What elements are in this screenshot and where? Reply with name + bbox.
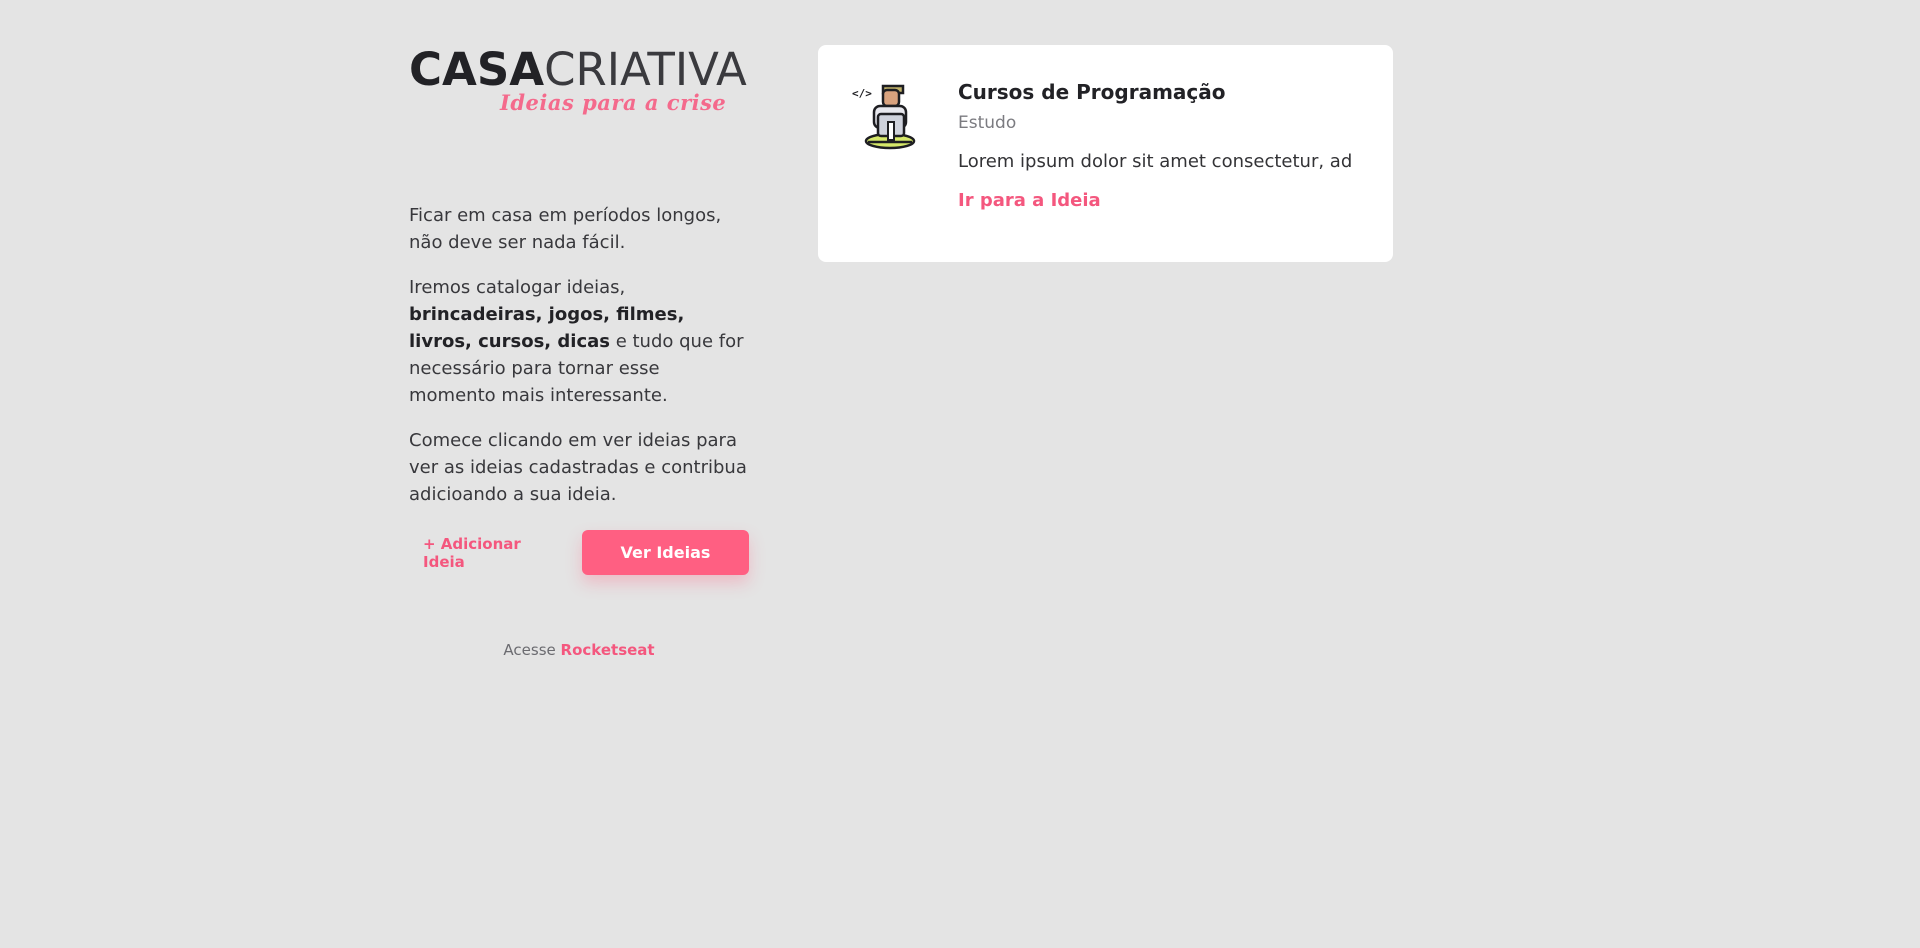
idea-description: Lorem ipsum dolor sit amet consectetur, …	[958, 151, 1353, 172]
footer: Acesse Rocketseat	[409, 641, 749, 659]
intro-paragraph-2: Iremos catalogar ideias, brincadeiras, j…	[409, 274, 749, 409]
idea-category: Estudo	[958, 113, 1017, 133]
go-to-idea-link[interactable]: Ir para a Ideia	[958, 190, 1101, 211]
intro-paragraph-1: Ficar em casa em períodos longos, não de…	[409, 205, 722, 253]
intro-paragraph-2-start: Iremos catalogar ideias,	[409, 277, 626, 298]
page: CASACRIATIVA Ideias para a crise Ficar e…	[0, 0, 1920, 948]
view-ideas-button[interactable]: Ver Ideias	[581, 530, 749, 575]
intro-section: CASACRIATIVA Ideias para a crise Ficar e…	[409, 46, 749, 659]
logo-title-light: CRIATIVA	[544, 43, 747, 96]
logo-title-bold: CASA	[409, 43, 545, 96]
logo: CASACRIATIVA Ideias para a crise	[409, 46, 749, 118]
logo-title: CASACRIATIVA	[409, 46, 747, 94]
intro-paragraph-3: Comece clicando em ver ideias para ver a…	[409, 430, 747, 505]
svg-text:</>: </>	[852, 87, 872, 100]
footer-prefix: Acesse	[503, 641, 556, 659]
idea-card: </> Cursos de Programação Estudo Lorem i…	[818, 45, 1393, 262]
add-idea-button[interactable]: + Adicionar Ideia	[409, 535, 580, 571]
programmer-laptop-icon: </>	[852, 78, 924, 150]
idea-title: Cursos de Programação	[958, 80, 1226, 104]
rocketseat-link[interactable]: Rocketseat	[561, 641, 655, 659]
idea-card-body: Cursos de Programação Estudo Lorem ipsum…	[958, 79, 1368, 211]
intro-text: Ficar em casa em períodos longos, não de…	[409, 202, 749, 508]
logo-subtitle: Ideias para a crise	[500, 90, 727, 115]
action-buttons: + Adicionar Ideia Ver Ideias	[409, 530, 749, 575]
